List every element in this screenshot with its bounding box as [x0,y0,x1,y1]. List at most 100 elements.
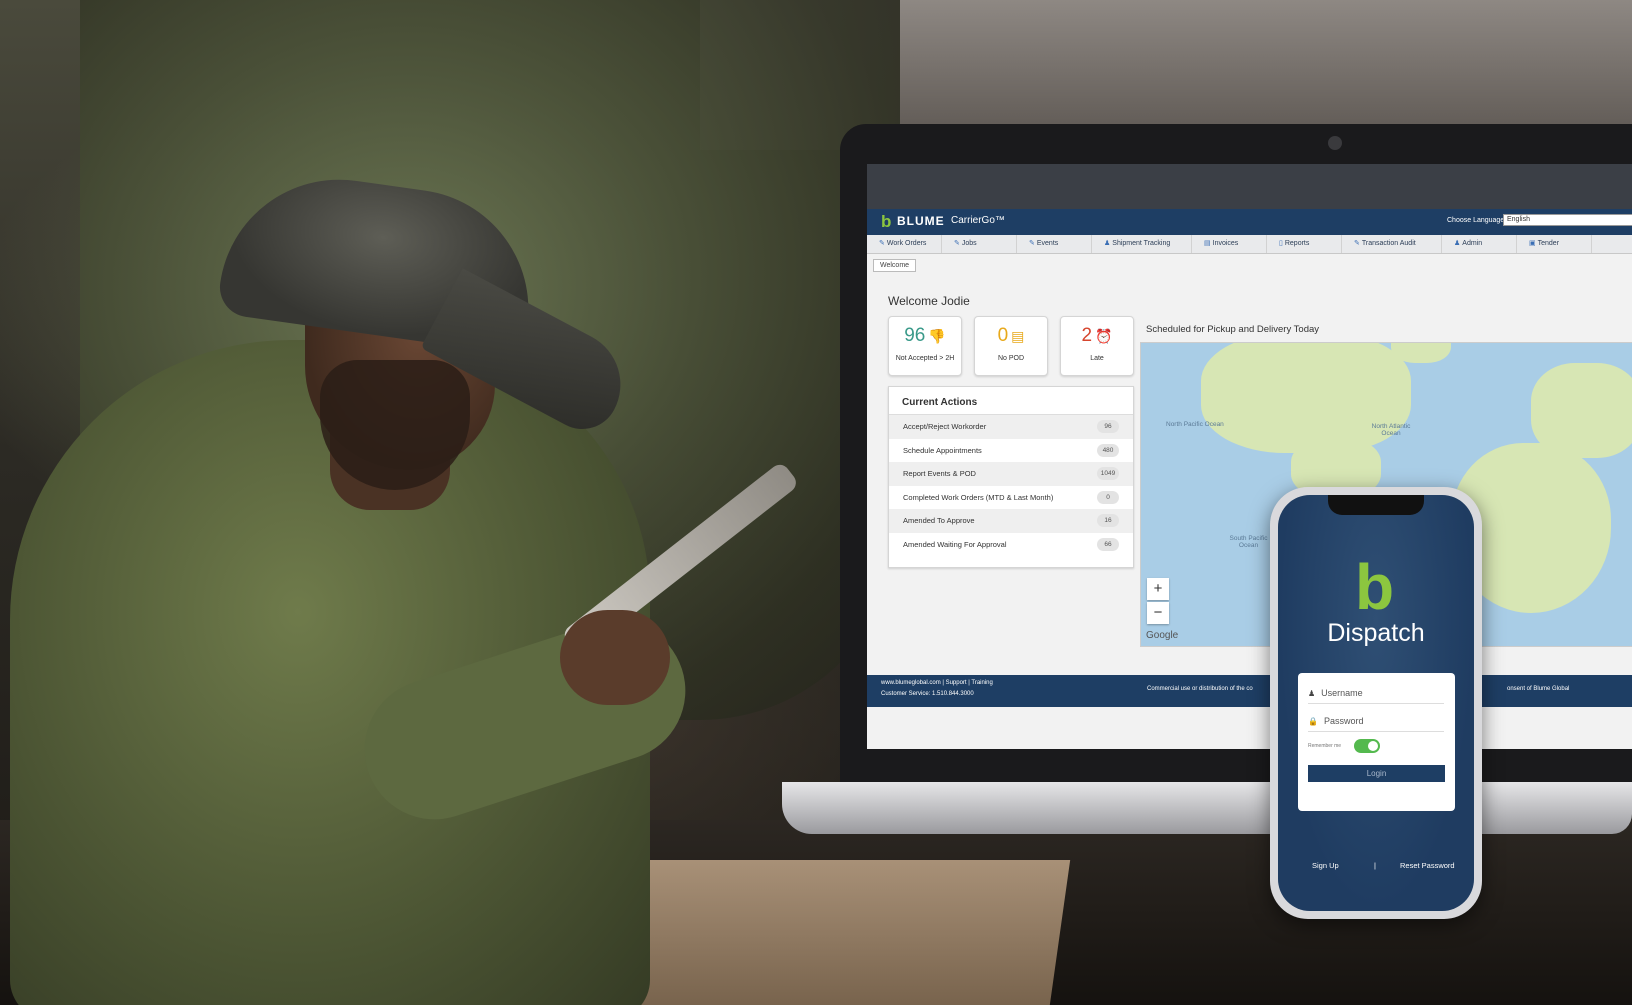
laptop-base [782,782,1632,834]
invoice-icon: ▤ [1204,240,1211,247]
dispatch-logo-mark: b [1355,551,1395,623]
actions-list: Accept/Reject Workorder 96 Schedule Appoi… [889,415,1133,556]
footer-customer-service: Customer Service: 1.510.844.3000 [881,691,974,697]
photo-scene: b BLUME CarrierGo™ Choose Language: Engl… [0,0,1632,1005]
nav-reports[interactable]: ▯ Reports [1267,235,1342,253]
user-icon: ♟ [1308,689,1316,698]
action-row[interactable]: Completed Work Orders (MTD & Last Month)… [889,486,1133,510]
blume-logo-mark: b [881,212,892,231]
ocean-label: North Pacific Ocean [1166,421,1224,428]
nav-label: Transaction Audit [1361,240,1416,247]
action-label: Amended Waiting For Approval [903,539,1007,549]
phone-screen: b Dispatch ♟ Username 🔒 Password Remember … [1278,495,1474,911]
alarm-clock-icon: ⏰ [1095,328,1113,344]
action-row[interactable]: Schedule Appointments 480 [889,439,1133,463]
stat-not-accepted[interactable]: 96 👎 Not Accepted > 2H [888,316,962,376]
toggle-knob [1368,741,1378,751]
nav-label: Tender [1537,240,1560,247]
stat-value: 96 [904,325,926,346]
action-label: Completed Work Orders (MTD & Last Month) [903,492,1054,502]
stat-late[interactable]: 2 ⏰ Late [1060,316,1134,376]
password-field[interactable]: 🔒 Password [1308,711,1444,732]
laptop-screen: b BLUME CarrierGo™ Choose Language: Engl… [867,164,1632,749]
welcome-heading: Welcome Jodie [888,294,970,308]
remember-me-toggle[interactable] [1354,739,1380,753]
product-name: CarrierGo™ [951,215,1005,226]
wrench-icon: ✎ [1029,240,1035,247]
nav-admin[interactable]: ♟ Admin [1442,235,1517,253]
blume-logo-text: BLUME [897,214,945,228]
nav-label: Events [1036,240,1059,247]
app-top-bar [867,164,1632,209]
login-button[interactable]: Login [1308,765,1445,782]
action-label: Schedule Appointments [903,445,982,455]
current-actions-panel: Current Actions Accept/Reject Workorder 9… [888,386,1134,568]
nav-label: Work Orders [886,240,927,247]
hand [560,610,670,705]
stat-label: Not Accepted > 2H [895,355,955,362]
stat-no-pod[interactable]: 0 ▤ No POD [974,316,1048,376]
land-greenland [1391,343,1451,363]
nav-label: Jobs [961,240,977,247]
google-attribution: Google [1146,630,1179,641]
footer-links[interactable]: www.blumeglobal.com | Support | Training [881,680,993,686]
nav-label: Shipment Tracking [1112,240,1171,247]
action-row[interactable]: Amended To Approve 16 [889,509,1133,533]
nav-jobs[interactable]: ✎ Jobs [942,235,1017,253]
main-nav: ✎ Work Orders ✎ Jobs ✎ Events ♟ Shipment Tra… [867,235,1632,254]
nav-tender[interactable]: ▣ Tender [1517,235,1592,253]
zoom-in-button[interactable]: + [1147,578,1169,600]
webcam [1328,136,1342,150]
action-row[interactable]: Accept/Reject Workorder 96 [889,415,1133,439]
link-separator: | [1374,861,1376,870]
current-actions-title: Current Actions [889,387,1133,415]
username-field[interactable]: ♟ Username [1308,683,1444,704]
action-label: Accept/Reject Workorder [903,422,987,431]
action-label: Report Events & POD [903,469,976,478]
person-icon: ♟ [1104,240,1111,247]
stat-label: No POD [997,355,1025,362]
nav-invoices[interactable]: ▤ Invoices [1192,235,1267,253]
wrench-icon: ✎ [879,240,885,247]
stat-label: Late [1090,355,1104,362]
tender-icon: ▣ [1529,240,1536,247]
action-row[interactable]: Amended Waiting For Approval 66 [889,533,1133,557]
wrench-icon: ✎ [954,240,960,247]
phone-notch [1328,495,1424,515]
action-label: Amended To Approve [903,516,975,525]
action-row[interactable]: Report Events & POD 1049 [889,462,1133,486]
driver-person [0,90,800,1005]
lock-icon: 🔒 [1308,717,1318,726]
action-count-badge: 0 [1097,490,1119,504]
stat-value: 0 [997,325,1009,346]
thumbs-down-icon: 👎 [928,328,946,344]
zoom-out-button[interactable]: − [1147,602,1169,624]
nav-label: Invoices [1212,240,1239,247]
report-icon: ▯ [1279,240,1283,247]
username-placeholder: Username [1321,688,1363,698]
stat-value: 2 [1081,325,1093,346]
action-count-badge: 1049 [1097,467,1119,480]
ocean-label: South Pacific Ocean [1229,535,1268,549]
sign-up-link[interactable]: Sign Up [1312,861,1339,870]
tab-welcome[interactable]: Welcome [873,259,917,272]
language-select[interactable]: English [1503,214,1632,226]
action-count-badge: 16 [1097,514,1119,527]
action-count-badge: 480 [1097,443,1119,457]
password-placeholder: Password [1323,716,1364,726]
nav-events[interactable]: ✎ Events [1017,235,1092,253]
reset-password-link[interactable]: Reset Password [1400,861,1455,870]
remember-me-label: Remember me [1308,743,1342,749]
laptop: b BLUME CarrierGo™ Choose Language: Engl… [840,124,1632,792]
nav-shipment-tracking[interactable]: ♟ Shipment Tracking [1092,235,1192,253]
dispatch-title: Dispatch [1327,619,1425,647]
map-title: Scheduled for Pickup and Delivery Today [1146,324,1320,335]
ocean-label: North Atlantic Ocean [1371,423,1411,437]
nav-work-orders[interactable]: ✎ Work Orders [867,235,942,253]
footer-legal-right: onsent of Blume Global [1507,686,1570,692]
nav-label: Admin [1462,240,1483,247]
nav-transaction-audit[interactable]: ✎ Transaction Audit [1342,235,1442,253]
clipboard-icon: ▤ [1011,328,1025,344]
login-card: ♟ Username 🔒 Password Remember me Login [1298,673,1455,811]
footer-legal-left: Commercial use or distribution of the co [1147,686,1253,692]
